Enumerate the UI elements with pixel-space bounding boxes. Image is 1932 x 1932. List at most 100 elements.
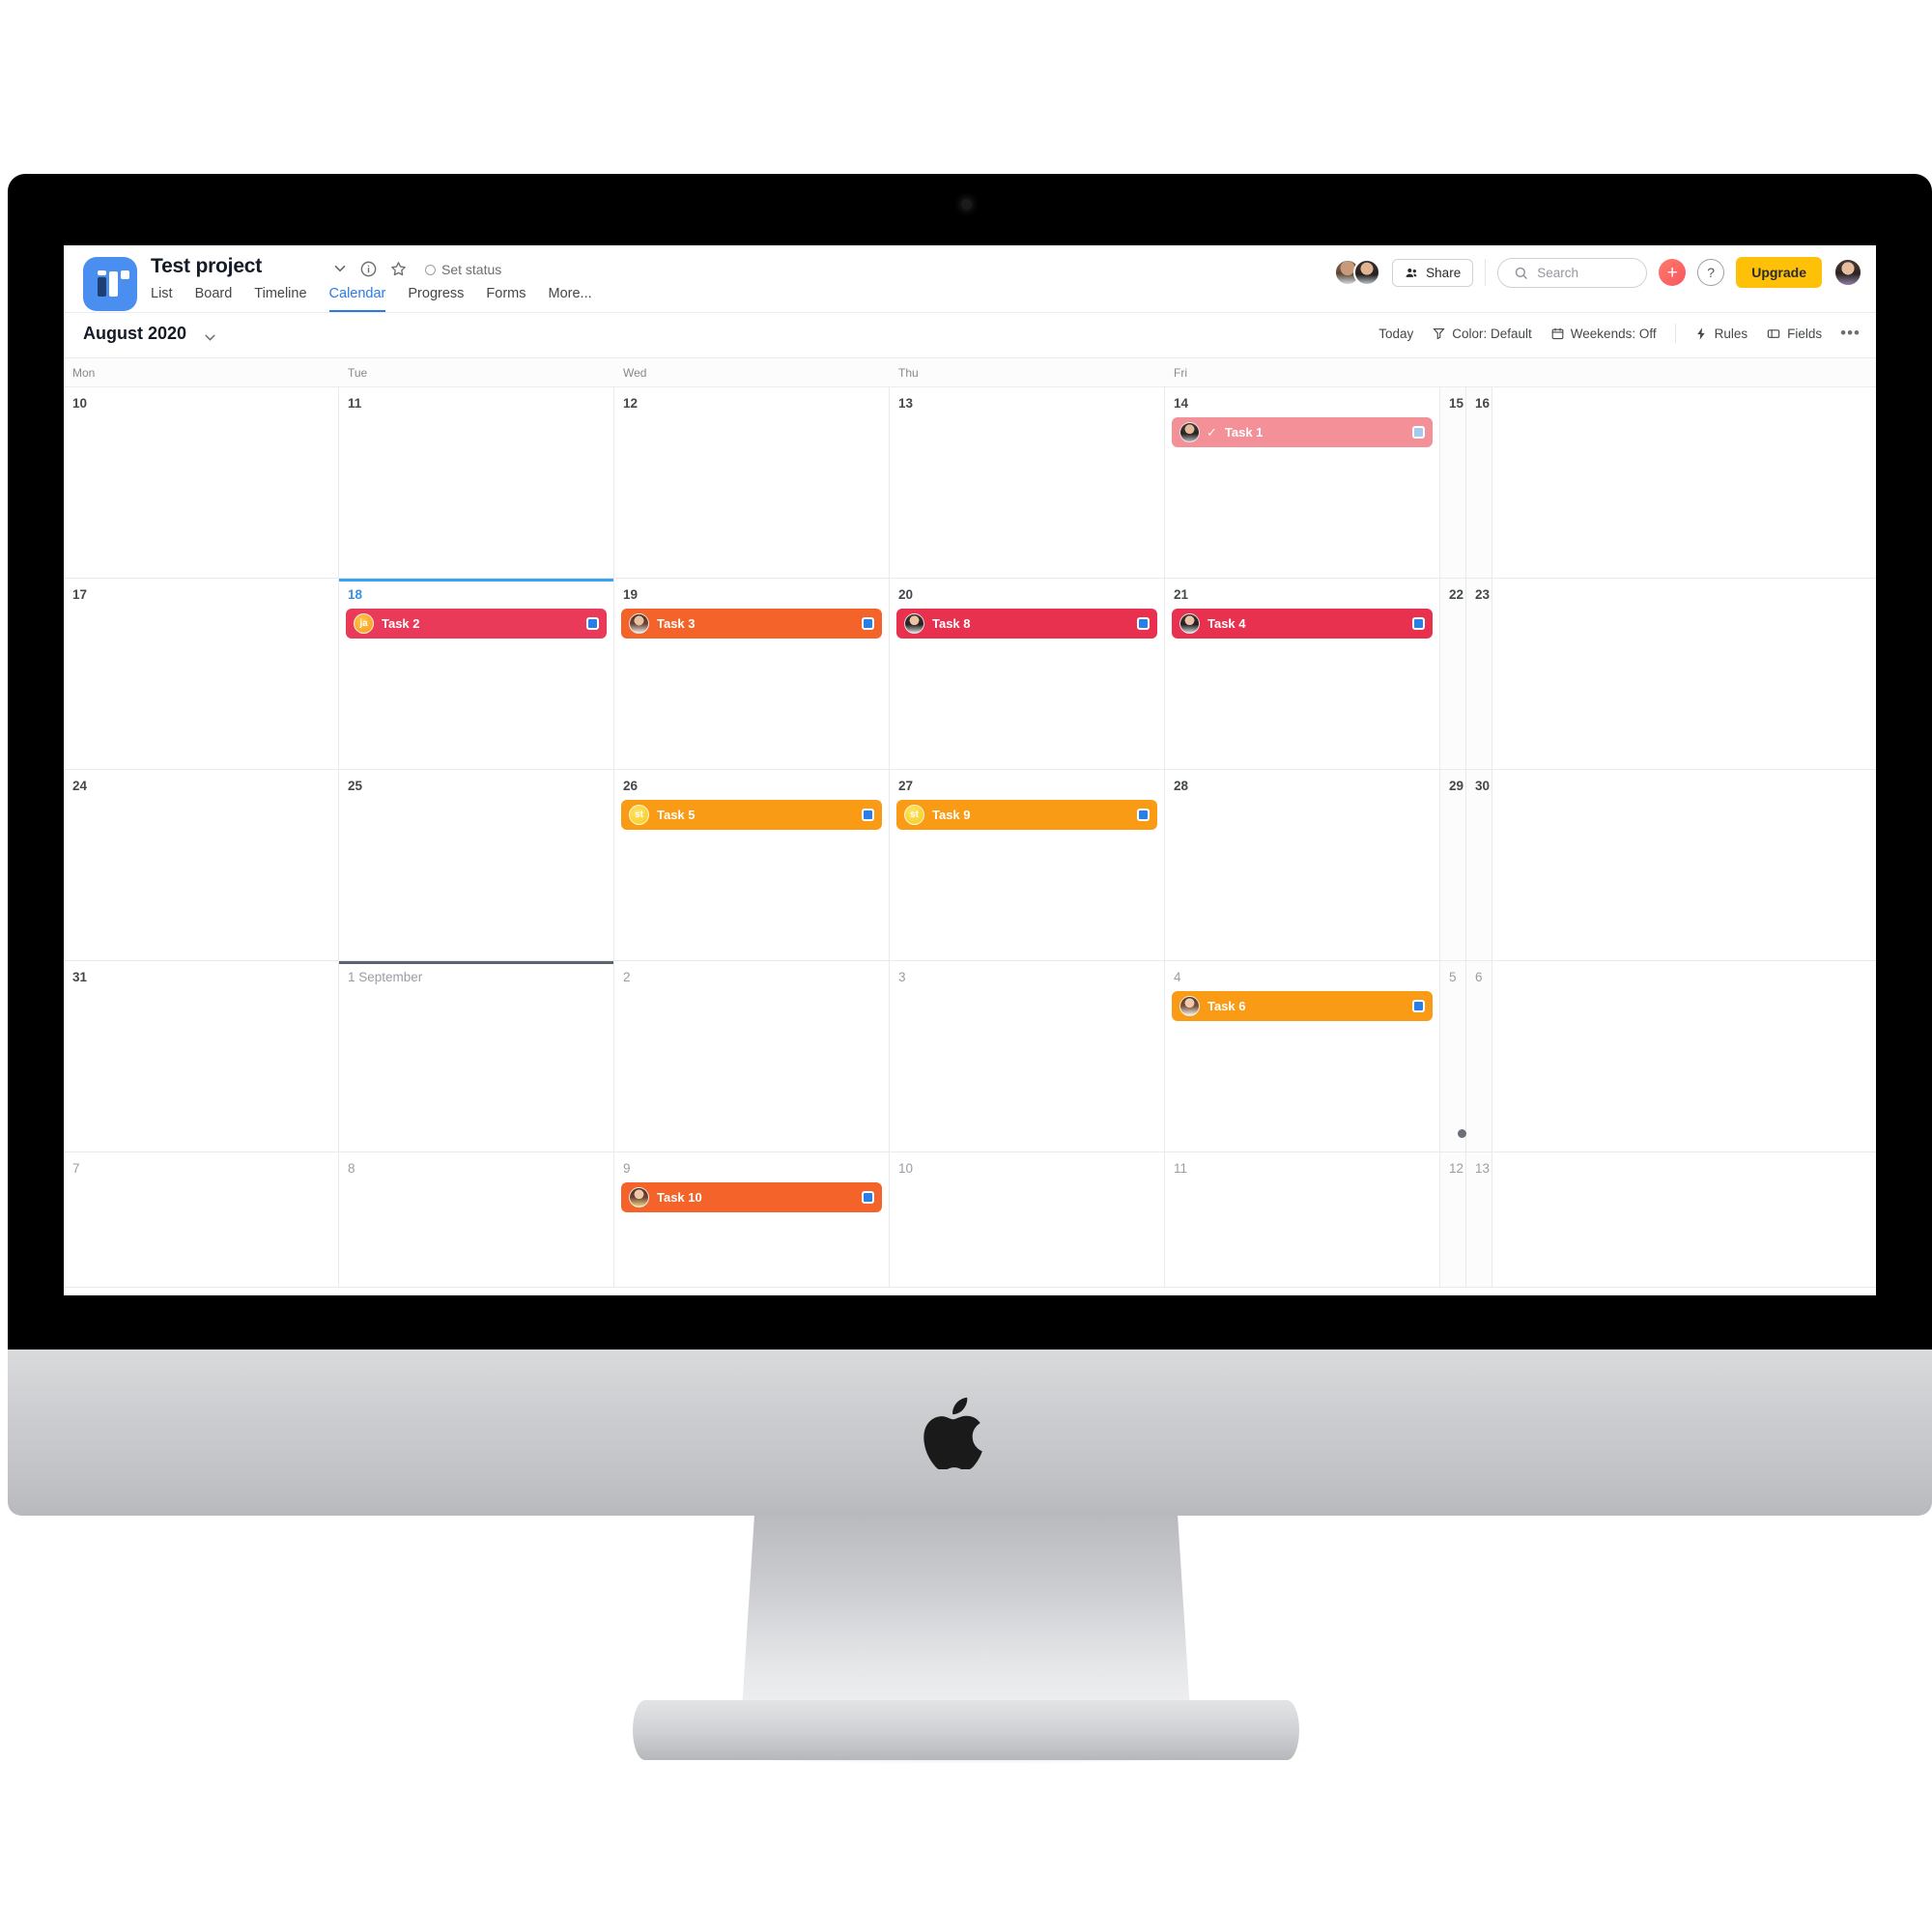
calendar-day-cell[interactable]: 8 <box>339 1152 614 1287</box>
calendar-day-cell[interactable]: 21 Task 4 <box>1165 579 1440 769</box>
calendar-day-cell[interactable]: 14 ✓ Task 1 <box>1165 387 1440 578</box>
rules-button[interactable]: Rules <box>1694 327 1747 341</box>
calendar-day-cell[interactable]: 9 Task 10 <box>614 1152 890 1287</box>
calendar-day-cell[interactable]: 18 ja Task 2 <box>339 579 614 769</box>
color-button[interactable]: Color: Default <box>1432 327 1532 341</box>
search-icon <box>1516 267 1528 279</box>
tab-board[interactable]: Board <box>195 286 233 312</box>
bolt-icon <box>1696 327 1705 340</box>
task-chip[interactable]: Task 3 <box>621 609 882 639</box>
calendar-day-cell[interactable]: 4 Task 6 <box>1165 961 1440 1151</box>
more-options-button[interactable]: ••• <box>1840 324 1861 343</box>
task-chip[interactable]: Task 4 <box>1172 609 1433 639</box>
avatar[interactable] <box>1179 996 1200 1016</box>
avatar[interactable] <box>1353 259 1381 286</box>
avatar[interactable]: ja <box>354 613 374 634</box>
calendar-week-row: 7 8 9 Task 10 10 11 12 13 <box>64 1152 1876 1288</box>
calendar-day-cell[interactable]: 23 <box>1466 579 1492 769</box>
tab-timeline[interactable]: Timeline <box>254 286 306 312</box>
asana-logo-icon[interactable] <box>83 257 137 311</box>
chevron-down-icon[interactable] <box>331 260 349 277</box>
calendar-day-cell[interactable]: 3 <box>890 961 1165 1151</box>
divider <box>1485 259 1487 286</box>
member-avatars[interactable] <box>1334 259 1381 286</box>
calendar-day-cell[interactable]: 27 st Task 9 <box>890 770 1165 960</box>
task-status-square[interactable] <box>862 1191 874 1204</box>
more-tasks-indicator[interactable] <box>1458 1129 1466 1138</box>
calendar-day-cell[interactable]: 12 <box>1440 1152 1466 1287</box>
avatar[interactable]: st <box>904 805 924 825</box>
calendar-day-cell[interactable]: 10 <box>64 387 339 578</box>
apple-logo-icon <box>923 1396 984 1469</box>
calendar-grid: 10 11 12 13 14 ✓ Task 1 15 16 17 18 ja Task 2 19 Task … <box>64 387 1876 1288</box>
task-title: Task 2 <box>382 616 420 631</box>
calendar-day-cell[interactable]: 19 Task 3 <box>614 579 890 769</box>
task-status-square[interactable] <box>862 809 874 821</box>
task-status-square[interactable] <box>1412 617 1425 630</box>
calendar-day-cell[interactable]: 12 <box>614 387 890 578</box>
calendar-day-cell[interactable]: 15 <box>1440 387 1466 578</box>
calendar-day-cell[interactable]: 6 <box>1466 961 1492 1151</box>
star-icon[interactable] <box>389 260 408 278</box>
calendar-day-cell[interactable]: 31 <box>64 961 339 1151</box>
task-chip[interactable]: ja Task 2 <box>346 609 607 639</box>
task-chip[interactable]: Task 8 <box>896 609 1157 639</box>
calendar-day-cell[interactable]: 11 <box>339 387 614 578</box>
task-chip[interactable]: Task 10 <box>621 1182 882 1212</box>
task-status-square[interactable] <box>1137 617 1150 630</box>
tab-forms[interactable]: Forms <box>486 286 526 312</box>
calendar-day-cell[interactable]: 13 <box>890 387 1165 578</box>
task-chip[interactable]: st Task 9 <box>896 800 1157 830</box>
calendar-day-cell[interactable]: 22 <box>1440 579 1466 769</box>
tab-calendar[interactable]: Calendar <box>328 286 386 312</box>
calendar-day-cell[interactable]: 20 Task 8 <box>890 579 1165 769</box>
calendar-day-cell[interactable]: 17 <box>64 579 339 769</box>
help-button[interactable]: ? <box>1697 259 1725 286</box>
avatar[interactable] <box>629 1187 649 1208</box>
avatar[interactable] <box>1179 613 1200 634</box>
calendar-day-cell[interactable]: 11 <box>1165 1152 1440 1287</box>
calendar-day-cell[interactable]: 28 <box>1165 770 1440 960</box>
calendar-day-cell[interactable]: 25 <box>339 770 614 960</box>
task-chip[interactable]: st Task 5 <box>621 800 882 830</box>
calendar-day-cell[interactable]: 16 <box>1466 387 1492 578</box>
info-icon[interactable] <box>359 260 378 278</box>
tab-list[interactable]: List <box>151 286 173 312</box>
task-chip[interactable]: ✓ Task 1 <box>1172 417 1433 447</box>
calendar-day-cell[interactable]: 2 <box>614 961 890 1151</box>
avatar[interactable]: st <box>629 805 649 825</box>
calendar-day-cell[interactable]: 24 <box>64 770 339 960</box>
calendar-day-cell[interactable]: 7 <box>64 1152 339 1287</box>
task-status-square[interactable] <box>1412 426 1425 439</box>
chevron-down-icon[interactable] <box>202 329 218 346</box>
search-input[interactable]: Search <box>1497 257 1648 288</box>
avatar[interactable] <box>1833 258 1862 287</box>
today-button[interactable]: Today <box>1378 327 1413 341</box>
set-status-button[interactable]: Set status <box>425 262 501 277</box>
task-chip[interactable]: Task 6 <box>1172 991 1433 1021</box>
calendar-day-cell[interactable]: 13 <box>1466 1152 1492 1287</box>
tab-progress[interactable]: Progress <box>408 286 464 312</box>
calendar-day-cell[interactable]: 10 <box>890 1152 1165 1287</box>
day-header-mon: Mon <box>72 366 96 380</box>
calendar-day-cell[interactable]: 5 <box>1440 961 1466 1151</box>
avatar[interactable] <box>904 613 924 634</box>
avatar[interactable] <box>1179 422 1200 442</box>
task-status-square[interactable] <box>862 617 874 630</box>
weekends-button[interactable]: Weekends: Off <box>1550 327 1657 341</box>
fields-button[interactable]: Fields <box>1766 327 1822 341</box>
task-title: Task 3 <box>657 616 696 631</box>
task-status-square[interactable] <box>1412 1000 1425 1012</box>
calendar-day-cell[interactable]: 30 <box>1466 770 1492 960</box>
add-button[interactable]: + <box>1659 259 1687 286</box>
calendar-day-cell[interactable]: 26 st Task 5 <box>614 770 890 960</box>
upgrade-button[interactable]: Upgrade <box>1736 257 1822 288</box>
task-status-square[interactable] <box>1137 809 1150 821</box>
avatar[interactable] <box>629 613 649 634</box>
task-title: Task 9 <box>932 808 971 822</box>
calendar-day-cell[interactable]: 29 <box>1440 770 1466 960</box>
share-button[interactable]: Share <box>1392 258 1474 287</box>
tab-more[interactable]: More... <box>549 286 592 312</box>
task-status-square[interactable] <box>586 617 599 630</box>
calendar-day-cell[interactable]: 1 September <box>339 961 614 1151</box>
